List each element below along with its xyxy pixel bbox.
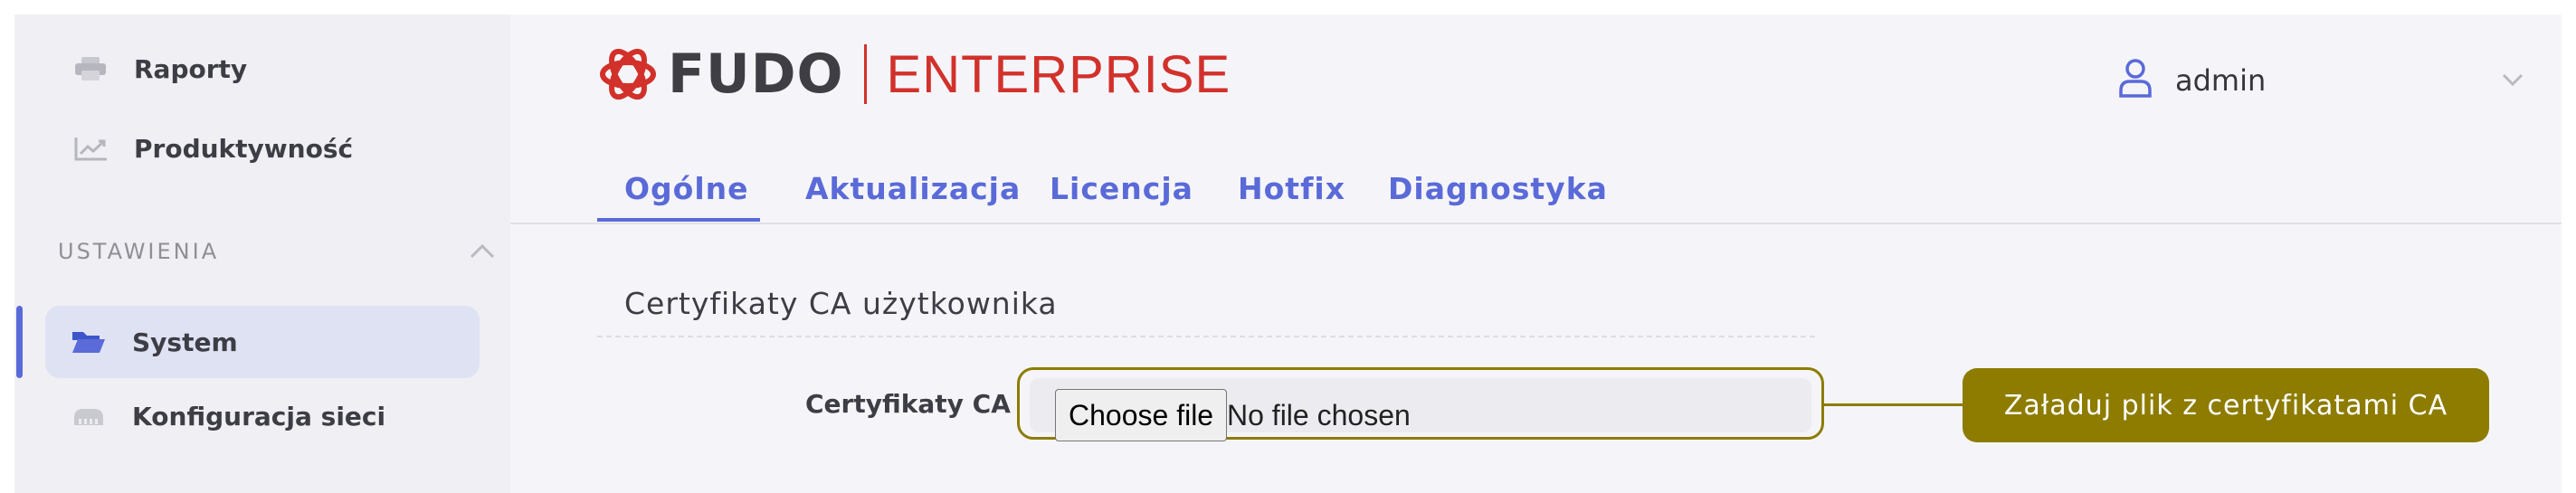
tabs-divider (510, 223, 2562, 224)
section-label: USTAWIENIA (58, 239, 220, 264)
user-icon (2119, 59, 2152, 98)
upload-callout: Załaduj plik z certyfikatami CA (1963, 368, 2489, 442)
app-logo[interactable]: FUDO ENTERPRISE (597, 38, 1231, 110)
fudo-logo-icon (600, 48, 656, 100)
chevron-up-icon[interactable] (469, 242, 496, 261)
main-content: FUDO ENTERPRISE admin Ogólne Aktualizacj… (510, 14, 2562, 493)
sidebar: Raporty Produktywność USTAWIENIA System (14, 14, 510, 493)
logo-edition-text: ENTERPRISE (886, 44, 1231, 104)
section-title: Certyfikaty CA użytkownika (624, 286, 1058, 321)
sidebar-item-produktywnosc[interactable]: Produktywność (14, 121, 510, 175)
sidebar-item-label: Produktywność (134, 133, 354, 164)
sidebar-item-system[interactable]: System (14, 315, 510, 369)
network-switch-icon (74, 409, 103, 425)
logo-brand-text: FUDO (668, 43, 844, 106)
settings-section-header[interactable]: USTAWIENIA (58, 233, 496, 270)
file-status-text: No file chosen (1227, 399, 1411, 431)
sidebar-item-konfiguracja-sieci[interactable]: Konfiguracja sieci (14, 389, 510, 443)
printer-icon (75, 57, 106, 81)
choose-file-button[interactable]: Choose file (1055, 389, 1228, 441)
user-name: admin (2175, 63, 2267, 98)
user-menu[interactable]: admin (2117, 51, 2533, 105)
callout-text: Załaduj plik z certyfikatami CA (2003, 389, 2448, 422)
ca-certificates-label: Certyfikaty CA (805, 389, 1011, 419)
callout-connector (1824, 403, 1963, 406)
section-divider (597, 336, 1815, 337)
chevron-down-icon[interactable] (2501, 72, 2524, 87)
trend-chart-icon (74, 137, 107, 161)
logo-separator (863, 44, 867, 104)
sidebar-item-label: System (132, 327, 238, 357)
active-tab-underline (597, 218, 760, 222)
sidebar-item-label: Konfiguracja sieci (132, 401, 386, 431)
ca-certificates-file-input[interactable]: Choose file No file chosen (1030, 378, 1811, 441)
sidebar-item-label: Raporty (134, 53, 248, 84)
sidebar-item-raporty[interactable]: Raporty (14, 42, 510, 96)
app-window: Raporty Produktywność USTAWIENIA System (14, 14, 2562, 493)
folder-open-icon (72, 332, 105, 353)
